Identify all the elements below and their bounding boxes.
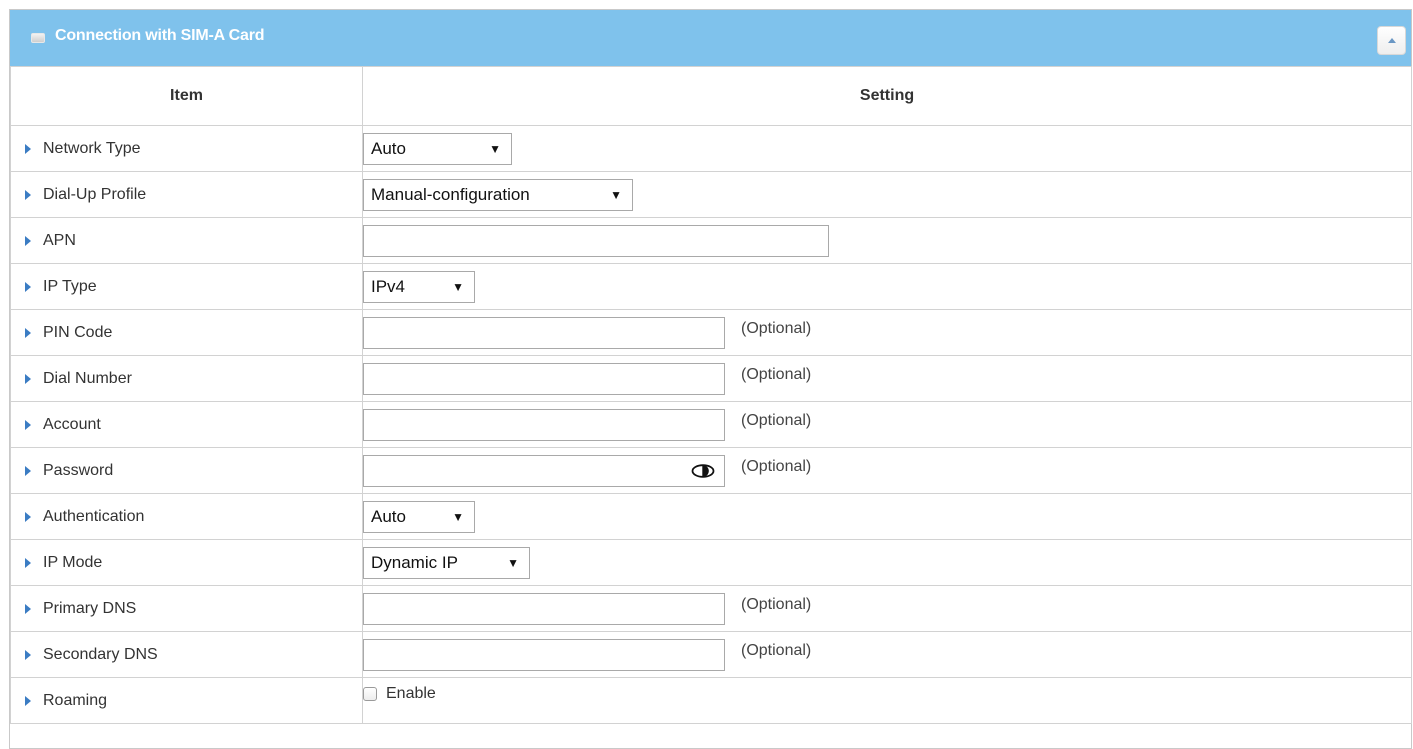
column-header-item: Item xyxy=(10,66,363,126)
primary-dns-label: Primary DNS xyxy=(25,600,136,618)
sim-a-connection-panel: Connection with SIM-A Card Item Setting … xyxy=(9,9,1412,749)
caret-down-icon: ▼ xyxy=(489,141,501,156)
table-row: Secondary DNS (Optional) xyxy=(10,631,1412,678)
network-type-select[interactable]: Auto ▼ xyxy=(363,132,512,165)
bullet-arrow-icon xyxy=(25,373,31,384)
dial-number-input[interactable] xyxy=(363,362,725,395)
settings-table: Item Setting Network Type Auto ▼ Dial-Up … xyxy=(10,66,1412,724)
bullet-arrow-icon xyxy=(25,419,31,430)
table-row: Network Type Auto ▼ xyxy=(10,125,1412,172)
bullet-arrow-icon xyxy=(25,235,31,246)
column-header-setting: Setting xyxy=(362,66,1412,126)
ip-mode-select[interactable]: Dynamic IP ▼ xyxy=(363,546,530,579)
primary-dns-input[interactable] xyxy=(363,592,725,625)
table-row: Primary DNS (Optional) xyxy=(10,585,1412,632)
table-row: IP Type IPv4 ▼ xyxy=(10,263,1412,310)
caret-down-icon: ▼ xyxy=(507,555,519,570)
network-type-label: Network Type xyxy=(25,140,141,158)
ip-mode-label: IP Mode xyxy=(25,554,102,572)
table-row: Dial-Up Profile Manual-configuration ▼ xyxy=(10,171,1412,218)
bullet-arrow-icon xyxy=(25,557,31,568)
authentication-label: Authentication xyxy=(25,508,144,526)
table-row: IP Mode Dynamic IP ▼ xyxy=(10,539,1412,586)
pin-code-input[interactable] xyxy=(363,316,725,349)
password-input[interactable] xyxy=(363,454,725,487)
table-header-row: Item Setting xyxy=(10,66,1412,126)
bullet-arrow-icon xyxy=(25,143,31,154)
bullet-arrow-icon xyxy=(25,189,31,200)
table-row: PIN Code (Optional) xyxy=(10,309,1412,356)
ip-type-label: IP Type xyxy=(25,278,97,296)
roaming-label: Roaming xyxy=(25,692,107,710)
table-row: Dial Number (Optional) xyxy=(10,355,1412,402)
account-input[interactable] xyxy=(363,408,725,441)
bullet-arrow-icon xyxy=(25,603,31,614)
bullet-arrow-icon xyxy=(25,327,31,338)
optional-hint: (Optional) xyxy=(741,411,812,429)
panel-title: Connection with SIM-A Card xyxy=(55,27,265,44)
apn-label: APN xyxy=(25,232,76,250)
table-row: Authentication Auto ▼ xyxy=(10,493,1412,540)
optional-hint: (Optional) xyxy=(741,641,812,659)
optional-hint: (Optional) xyxy=(741,595,812,613)
optional-hint: (Optional) xyxy=(741,457,812,475)
table-row: Account (Optional) xyxy=(10,401,1412,448)
optional-hint: (Optional) xyxy=(741,365,812,383)
dial-number-label: Dial Number xyxy=(25,370,132,388)
authentication-select[interactable]: Auto ▼ xyxy=(363,500,475,533)
roaming-enable-checkbox[interactable] xyxy=(363,687,377,702)
table-row: Roaming Enable xyxy=(10,677,1412,724)
show-password-eye-icon[interactable] xyxy=(691,463,715,478)
bullet-arrow-icon xyxy=(25,281,31,292)
apn-input[interactable] xyxy=(363,224,829,257)
ip-type-select[interactable]: IPv4 ▼ xyxy=(363,270,475,303)
table-row: APN xyxy=(10,217,1412,264)
collapse-button[interactable] xyxy=(1377,26,1406,55)
table-row: Password (Optional) xyxy=(10,447,1412,494)
account-label: Account xyxy=(25,416,101,434)
chevron-up-icon xyxy=(1388,38,1396,43)
optional-hint: (Optional) xyxy=(741,319,812,337)
dial-up-profile-select[interactable]: Manual-configuration ▼ xyxy=(363,178,633,211)
roaming-enable-label[interactable]: Enable xyxy=(386,685,436,703)
bullet-arrow-icon xyxy=(25,511,31,522)
bullet-arrow-icon xyxy=(25,649,31,660)
pin-code-label: PIN Code xyxy=(25,324,112,342)
dial-up-profile-label: Dial-Up Profile xyxy=(25,186,146,204)
caret-down-icon: ▼ xyxy=(610,187,622,202)
panel-icon xyxy=(31,33,45,43)
caret-down-icon: ▼ xyxy=(452,509,464,524)
caret-down-icon: ▼ xyxy=(452,279,464,294)
secondary-dns-input[interactable] xyxy=(363,638,725,671)
secondary-dns-label: Secondary DNS xyxy=(25,646,158,664)
password-label: Password xyxy=(25,462,113,480)
panel-header: Connection with SIM-A Card xyxy=(10,10,1411,66)
bullet-arrow-icon xyxy=(25,695,31,706)
bullet-arrow-icon xyxy=(25,465,31,476)
